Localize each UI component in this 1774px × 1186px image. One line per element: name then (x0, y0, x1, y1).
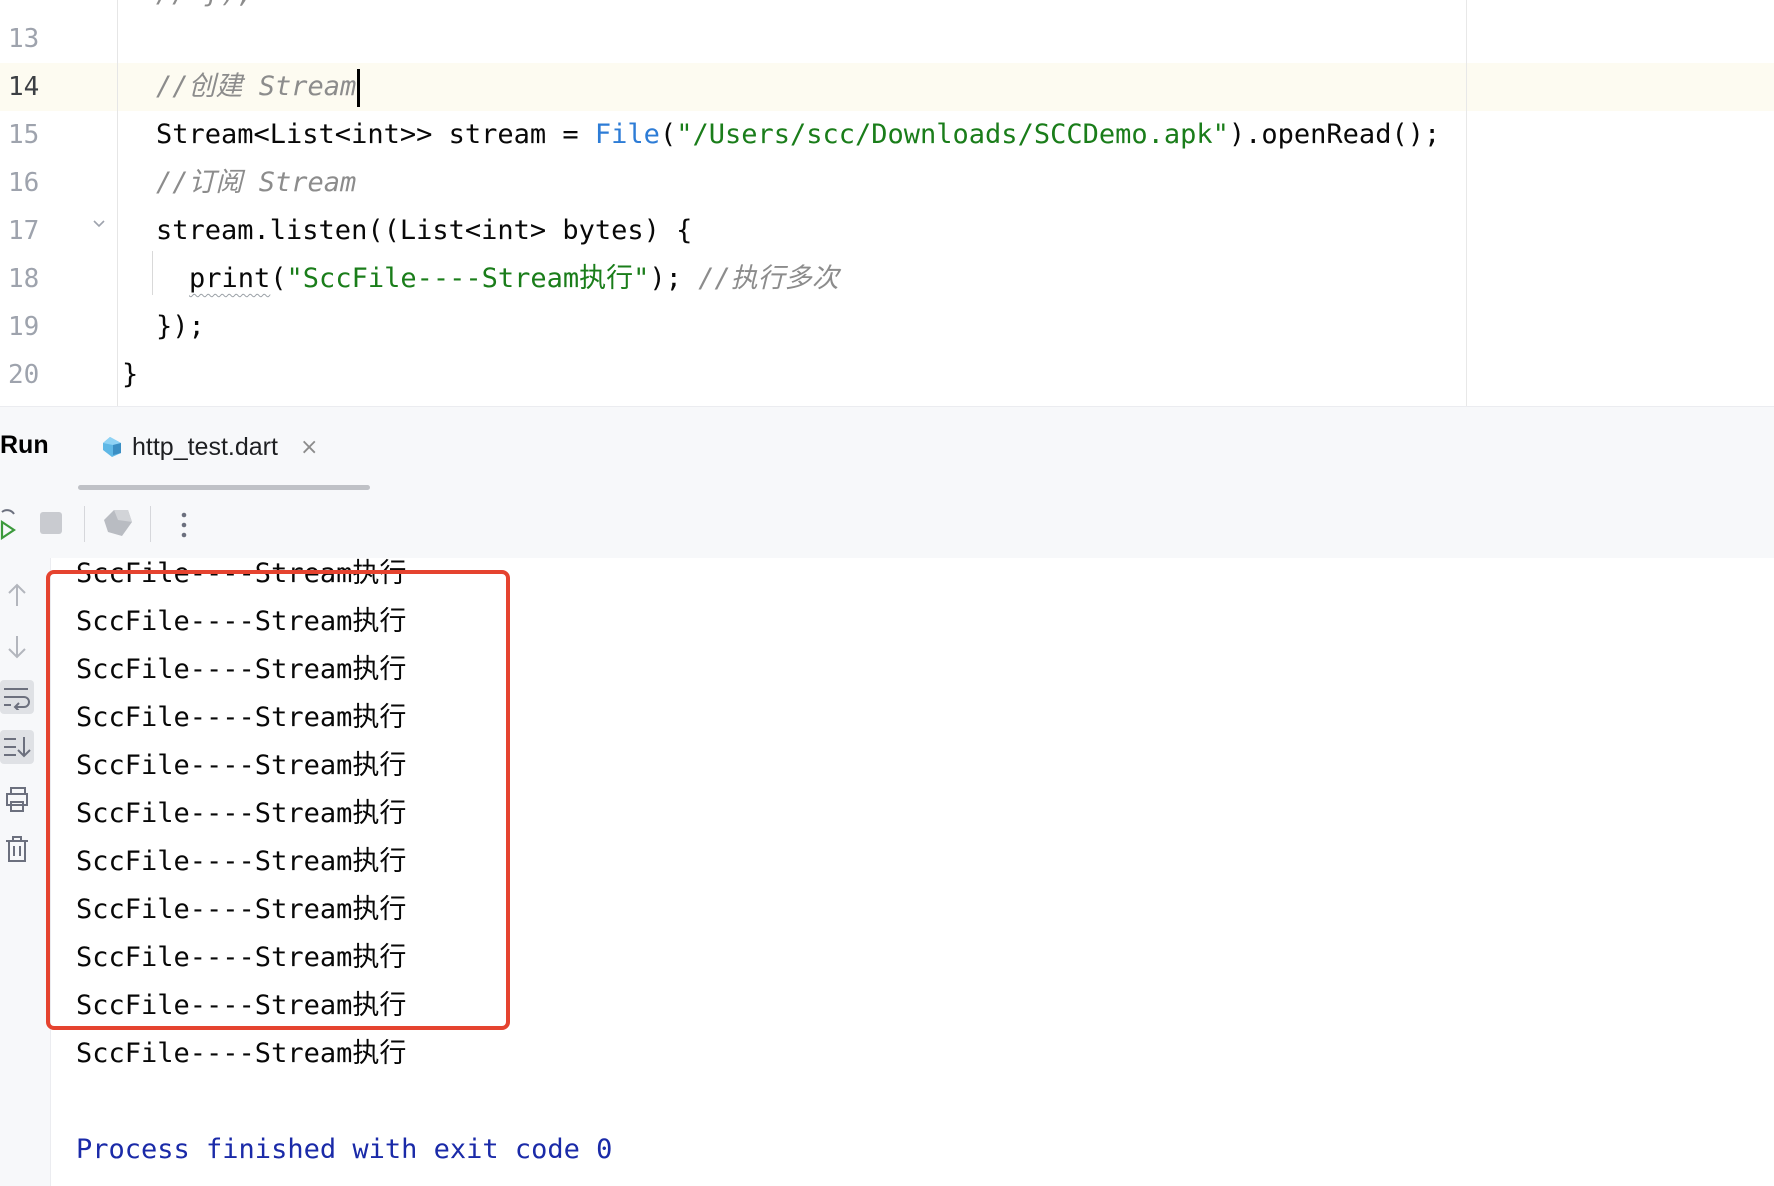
toolbar-separator (84, 506, 85, 542)
code-line: 13 (0, 15, 1774, 63)
scroll-up-icon[interactable] (0, 578, 34, 612)
close-icon[interactable]: × (300, 435, 318, 460)
clear-all-icon[interactable] (0, 832, 34, 866)
dart-file-icon (103, 437, 121, 457)
code-line: 19 }); (0, 303, 1774, 351)
code-editor[interactable]: // }); 13 14 //创建 Stream 15 Stream<List<… (0, 0, 1774, 406)
code-text: }); (156, 311, 205, 342)
fold-chevron-icon[interactable] (92, 217, 106, 231)
code-line: 17 stream.listen((List<int> bytes) { (0, 207, 1774, 255)
line-number: 14 (8, 72, 40, 102)
code-token: print (189, 263, 271, 294)
run-tool-window-header: Run http_test.dart × (0, 406, 1774, 492)
code-text: Stream<List<int>> stream = File("/Users/… (156, 111, 1440, 159)
process-finished-message: Process finished with exit code 0 (76, 1134, 613, 1165)
line-number: 17 (8, 216, 40, 246)
code-line: 16 //订阅 Stream (0, 159, 1774, 207)
code-token: ( (659, 119, 677, 150)
code-line: 18 print("SccFile----Stream执行"); //执行多次 (0, 255, 1774, 303)
comment-text: //创建 Stream (156, 71, 357, 102)
more-options-icon[interactable] (176, 510, 192, 540)
string-token: "/Users/scc/Downloads/SCCDemo.apk" (676, 119, 1229, 150)
comment-text: //执行多次 (698, 263, 839, 294)
line-number: 20 (8, 360, 40, 390)
print-icon[interactable] (0, 782, 34, 816)
comment-text: //订阅 Stream (156, 167, 357, 198)
code-line: 15 Stream<List<int>> stream = File("/Use… (0, 111, 1774, 159)
code-line: 20 } (0, 351, 1774, 399)
scroll-down-icon[interactable] (0, 630, 34, 664)
code-text: } (122, 359, 139, 390)
line-number: 18 (8, 264, 40, 294)
run-panel-title: Run (0, 431, 49, 459)
scroll-to-end-icon[interactable] (0, 730, 34, 764)
code-text: //创建 Stream (156, 63, 361, 111)
code-token: ( (270, 263, 287, 294)
annotation-highlight-box (46, 570, 510, 1030)
line-number: 13 (8, 24, 40, 54)
run-toolbar (0, 490, 1774, 559)
code-token: Stream<List<int>> stream = (156, 119, 595, 150)
text-caret (357, 68, 361, 107)
line-number: 16 (8, 168, 40, 198)
stop-icon[interactable] (38, 510, 64, 536)
line-number: 19 (8, 312, 40, 342)
code-text: stream.listen((List<int> bytes) { (156, 215, 693, 246)
console-line: SccFile----Stream执行 (76, 1038, 407, 1069)
line-number: 15 (8, 120, 40, 150)
string-token: "SccFile----Stream执行" (286, 263, 650, 294)
code-token: ); (649, 263, 699, 294)
code-token: ).openRead(); (1228, 119, 1441, 150)
class-token: File (594, 119, 660, 150)
tab-http-test[interactable]: http_test.dart × (100, 427, 318, 467)
code-text: print("SccFile----Stream执行"); //执行多次 (189, 255, 839, 303)
soft-wrap-icon[interactable] (0, 680, 34, 714)
code-line: 14 //创建 Stream (0, 63, 1774, 111)
dart-devtools-icon[interactable] (102, 508, 134, 538)
tab-label: http_test.dart (132, 432, 278, 461)
rerun-icon[interactable] (0, 508, 18, 540)
toolbar-separator (150, 506, 151, 542)
console-side-actions (0, 558, 51, 1186)
